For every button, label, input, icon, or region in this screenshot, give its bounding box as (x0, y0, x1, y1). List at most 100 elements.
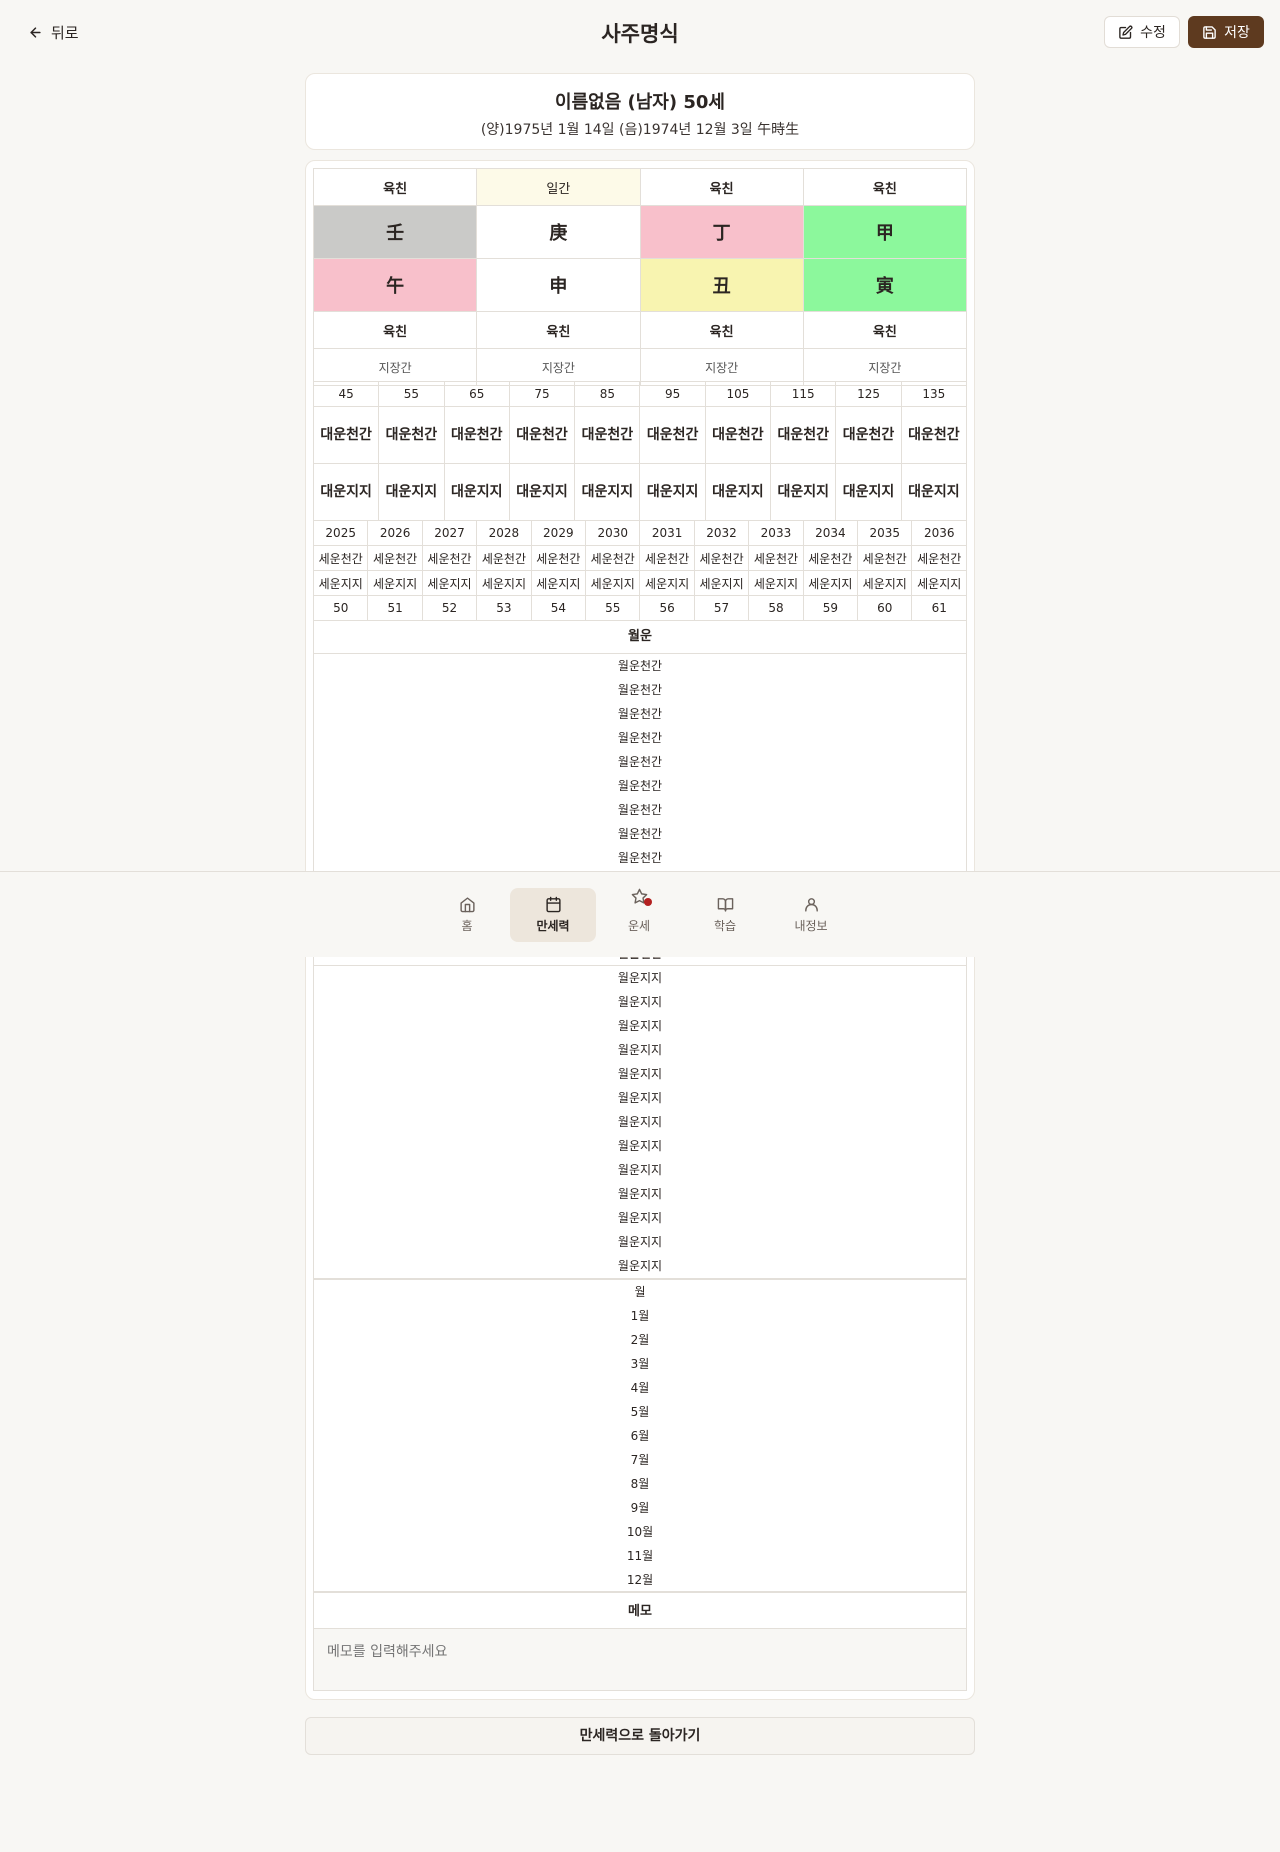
wolun-branch: 월운지지 (617, 995, 663, 1009)
seun-branch: 세운지지 (421, 570, 478, 596)
wolun-branch: 월운지지 (617, 1187, 663, 1201)
nav-item-profile[interactable]: 내정보 (768, 888, 854, 942)
wolun-stem: 월운천간 (617, 707, 663, 721)
calendar-icon (545, 896, 561, 913)
seun-year: 2025 (312, 520, 369, 546)
daeun-stem: 대운천간 (508, 406, 576, 464)
daeun-stem: 대운천간 (900, 406, 968, 464)
daeun-table: 45 55 65 75 85 95 105 115 125 135 대운천간 대… (312, 381, 968, 521)
seun-year: 2033 (748, 520, 804, 546)
daeun-stem: 대운천간 (574, 406, 641, 464)
seun-age: 55 (585, 595, 641, 621)
hidden-stems-label: 지장간 (312, 348, 478, 386)
seun-year: 2028 (476, 520, 532, 546)
daeun-stem: 대운천간 (835, 406, 902, 464)
daeun-age: 95 (639, 381, 706, 407)
wolun-stem: 월운천간 (617, 827, 663, 841)
edit-label: 수정 (1140, 25, 1166, 41)
wolun-stem: 월운천간 (617, 659, 663, 673)
pillar-bottom-label: 육친 (312, 311, 478, 349)
notification-dot (644, 898, 652, 906)
daeun-stem: 대운천간 (312, 406, 380, 464)
nav-item-learning[interactable]: 학습 (682, 888, 768, 942)
daeun-branch: 대운지지 (835, 463, 902, 521)
seun-age: 52 (421, 595, 478, 621)
seun-age: 59 (802, 595, 859, 621)
hidden-stems-label: 지장간 (639, 348, 804, 386)
earthly-branch: 午 (312, 258, 478, 312)
save-button[interactable]: 저장 (1188, 16, 1264, 48)
home-icon (459, 897, 475, 913)
heavenly-stem: 甲 (802, 205, 968, 259)
seun-year: 2030 (585, 520, 641, 546)
seun-age: 57 (693, 595, 750, 621)
nav-item-fortune[interactable]: 운세 (596, 888, 682, 942)
wolun-month: 11월 (626, 1549, 654, 1563)
seun-stem: 세운천간 (802, 545, 859, 571)
nav-label: 내정보 (794, 919, 828, 933)
four-pillars-table: 육친 일간 육친 육친 壬 庚 丁 甲 午 申 丑 寅 육친 육친 육친 육친 … (312, 168, 968, 386)
wolun-month: 7월 (630, 1453, 650, 1467)
seun-stem: 세운천간 (911, 545, 967, 571)
wolun-branch: 월운지지 (617, 1067, 663, 1081)
seun-branch: 세운지지 (802, 570, 859, 596)
seun-year: 2036 (911, 520, 967, 546)
return-to-calendar-button[interactable]: 만세력으로 돌아가기 (305, 1717, 975, 1755)
daeun-age: 115 (770, 381, 837, 407)
wolun-stem: 월운천간 (617, 803, 663, 817)
daeun-age: 85 (574, 381, 641, 407)
daeun-branch: 대운지지 (639, 463, 706, 521)
wolun-month: 3월 (630, 1357, 650, 1371)
seun-stem: 세운천간 (421, 545, 478, 571)
profile-card: 이름없음 (남자) 50세 (양)1975년 1월 14일 (음)1974년 1… (305, 73, 975, 150)
edit-button[interactable]: 수정 (1104, 16, 1180, 48)
pillar-bottom-label: 육친 (639, 311, 804, 349)
bottom-nav: 홈 만세력 운세 학습 내정보 (0, 871, 1280, 957)
daeun-stem: 대운천간 (770, 406, 837, 464)
wolun-month: 12월 (626, 1573, 654, 1587)
seun-table: 2025 2026 2027 2028 2029 2030 2031 2032 … (312, 520, 967, 621)
user-icon (804, 898, 818, 912)
nav-item-calendar[interactable]: 만세력 (510, 888, 596, 942)
save-icon (1203, 25, 1216, 39)
nav-item-home[interactable]: 홈 (424, 888, 510, 942)
book-icon (717, 898, 733, 912)
daeun-branch: 대운지지 (900, 463, 968, 521)
hidden-stems-label: 지장간 (802, 348, 968, 386)
wolun-branch: 월운지지 (617, 1163, 663, 1177)
wolun-month: 6월 (630, 1429, 650, 1443)
seun-age: 53 (476, 595, 532, 621)
wolun-stem: 월운천간 (617, 851, 663, 865)
seun-branch: 세운지지 (693, 570, 750, 596)
seun-stem: 세운천간 (476, 545, 532, 571)
seun-stem: 세운천간 (585, 545, 641, 571)
daeun-branch: 대운지지 (508, 463, 576, 521)
header: 뒤로 사주명식 수정 저장 (0, 0, 1280, 64)
seun-year: 2029 (530, 520, 587, 546)
seun-branch: 세운지지 (367, 570, 423, 596)
edit-icon (1119, 25, 1133, 39)
daeun-age: 45 (312, 381, 380, 407)
daeun-age: 65 (443, 381, 510, 407)
earthly-branch: 丑 (639, 258, 804, 312)
wolun-month: 1월 (630, 1309, 650, 1323)
daeun-stem: 대운천간 (443, 406, 510, 464)
seun-age: 54 (530, 595, 587, 621)
earthly-branch: 寅 (802, 258, 968, 312)
pillar-top-label: 육친 (802, 168, 968, 206)
wolun-title: 월운 (313, 620, 967, 654)
heavenly-stem: 壬 (312, 205, 478, 259)
daeun-stem: 대운천간 (378, 406, 445, 464)
pillar-bottom-label: 육친 (476, 311, 641, 349)
memo-input[interactable] (313, 1629, 967, 1691)
profile-birth-date: (양)1975년 1월 14일 (음)1974년 12월 3일 午時生 (480, 122, 800, 138)
wolun-month: 4월 (630, 1381, 650, 1395)
wolun-branch: 월운지지 (617, 1115, 663, 1129)
seun-year: 2031 (639, 520, 695, 546)
save-label: 저장 (1224, 25, 1250, 41)
wolun-month: 5월 (630, 1405, 650, 1419)
wolun-months-list: 월 1월 2월 3월 4월 5월 6월 7월 8월 9월 10월 11월 12월 (313, 1279, 967, 1592)
seun-branch: 세운지지 (911, 570, 967, 596)
wolun-stem: 월운천간 (617, 731, 663, 745)
profile-name: 이름없음 (남자) 50세 (555, 92, 725, 113)
